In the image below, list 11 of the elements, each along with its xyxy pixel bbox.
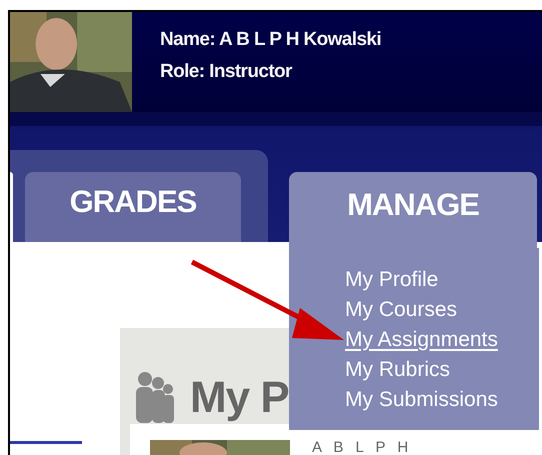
- profile-name: A B L P H: [312, 440, 412, 455]
- user-role: Role: Instructor: [160, 61, 294, 83]
- grades-tab[interactable]: GRADES: [25, 172, 241, 242]
- manage-tab[interactable]: MANAGE: [289, 172, 537, 248]
- menu-item[interactable]: My Submissions: [345, 385, 498, 414]
- menu-item[interactable]: My Courses: [345, 295, 458, 324]
- card-title: My P: [190, 376, 289, 424]
- menu-item[interactable]: My Rubrics: [345, 355, 450, 384]
- menu-item[interactable]: My Profile: [345, 265, 438, 294]
- menu-item[interactable]: My Assignments: [345, 325, 498, 354]
- user-name: Name: A B L P H Kowalski: [160, 29, 382, 51]
